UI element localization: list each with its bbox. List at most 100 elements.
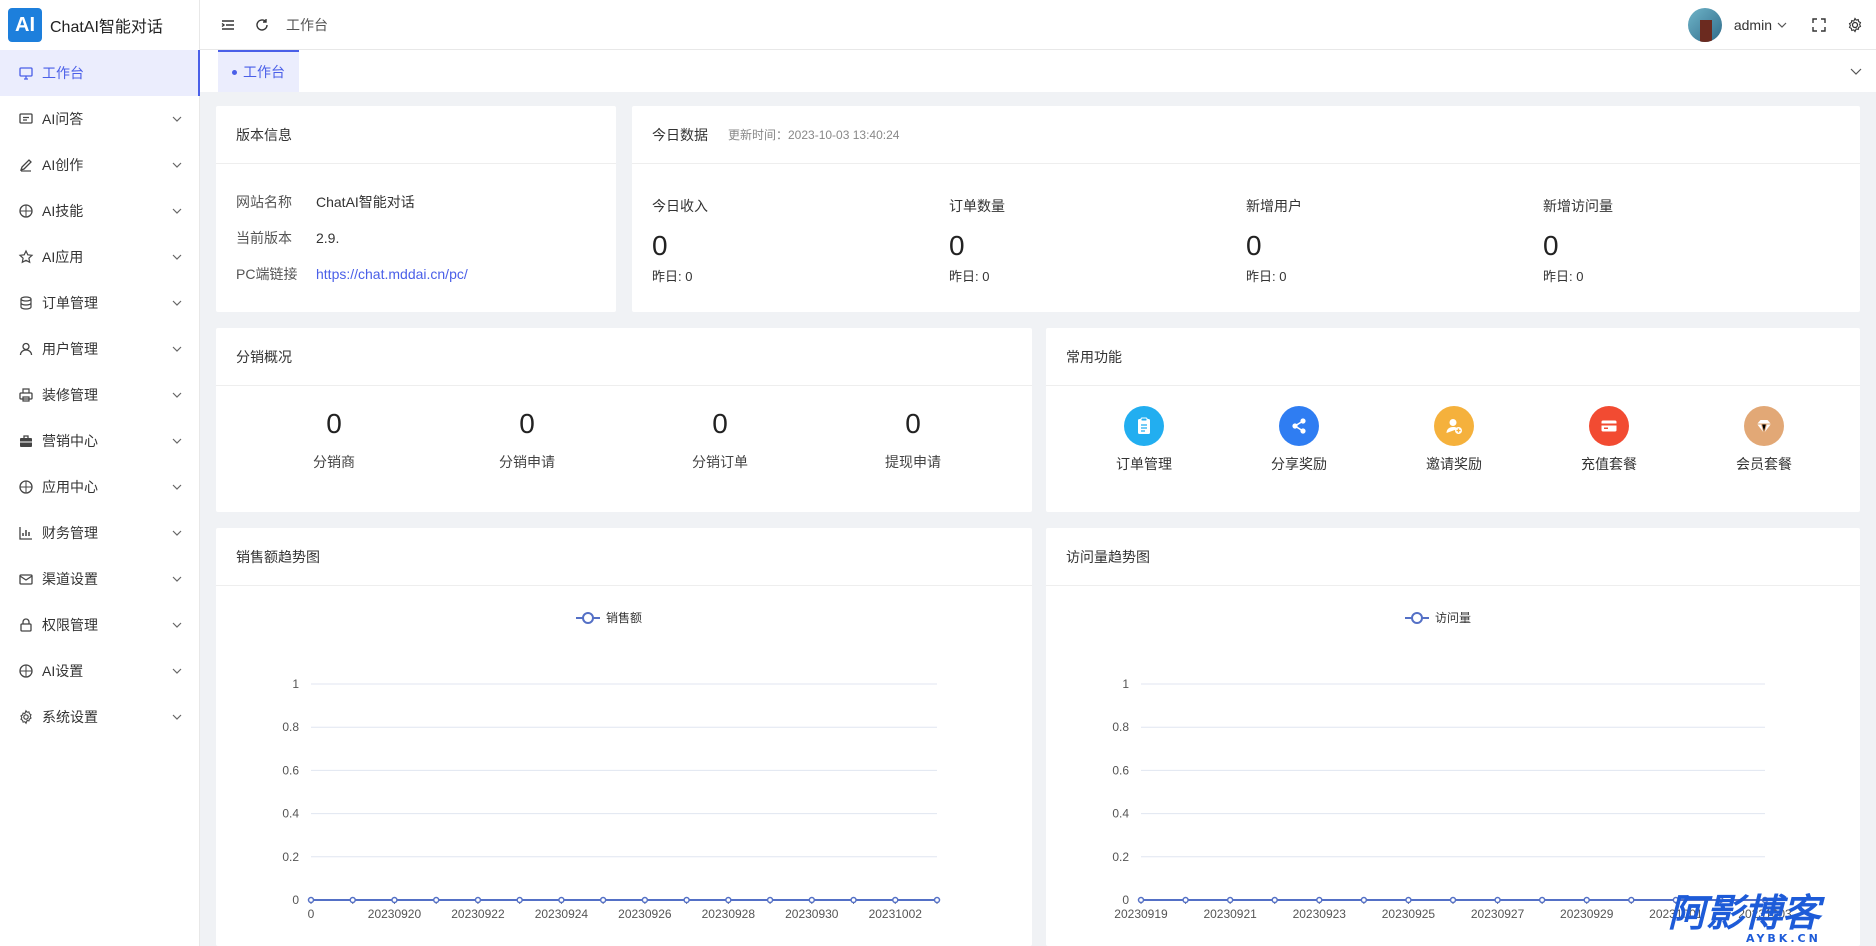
briefcase-icon: [18, 433, 34, 449]
fullscreen-button[interactable]: [1810, 16, 1828, 34]
sidebar-item-1[interactable]: 工作台: [0, 50, 200, 96]
sidebar-item-label: 订单管理: [42, 295, 98, 311]
breadcrumb[interactable]: 工作台: [286, 15, 328, 35]
info-row-pc-link: PC端链接 https://chat.mddai.cn/pc/: [216, 256, 616, 292]
sidebar-item-label: 工作台: [42, 65, 84, 81]
data-point[interactable]: [1494, 896, 1501, 904]
sidebar-item-15[interactable]: 系统设置: [0, 694, 199, 740]
data-point[interactable]: [1360, 896, 1368, 904]
data-point[interactable]: [1628, 896, 1635, 904]
share-icon: [1279, 406, 1319, 446]
dist-value: 0: [712, 408, 728, 439]
compass-icon: [18, 663, 34, 679]
message-icon: [18, 111, 34, 127]
sidebar-item-label: AI创作: [42, 157, 84, 173]
tab-label: 工作台: [243, 64, 285, 80]
dist-distributors: 0 分销商: [254, 408, 414, 472]
data-point[interactable]: [516, 896, 523, 904]
func-member-package[interactable]: 会员套餐: [1714, 406, 1814, 474]
sidebar-item-11[interactable]: 财务管理: [0, 510, 199, 556]
data-point[interactable]: [892, 896, 899, 904]
dist-applications: 0 分销申请: [447, 408, 607, 472]
x-tick-label: 20230923: [1293, 907, 1347, 921]
chevron-down-icon: [171, 435, 183, 447]
data-point[interactable]: [1226, 896, 1234, 904]
pen-icon: [18, 157, 34, 173]
data-point[interactable]: [558, 896, 565, 904]
chevron-down-icon: [171, 251, 183, 263]
data-point[interactable]: [641, 896, 649, 904]
sidebar-item-label: 系统设置: [42, 709, 98, 725]
sidebar-item-6[interactable]: 订单管理: [0, 280, 199, 326]
sidebar-item-10[interactable]: 应用中心: [0, 464, 199, 510]
refresh-button[interactable]: [252, 15, 272, 35]
app-logo[interactable]: AI ChatAI智能对话: [0, 0, 199, 50]
data-point[interactable]: [808, 896, 816, 904]
info-row-site-name: 网站名称 ChatAI智能对话: [216, 184, 616, 220]
data-point[interactable]: [683, 896, 690, 904]
data-point[interactable]: [599, 896, 607, 904]
data-point[interactable]: [1583, 896, 1590, 904]
star-icon: [18, 249, 34, 265]
sidebar-item-4[interactable]: AI技能: [0, 188, 199, 234]
legend-marker: [1411, 612, 1423, 624]
data-point[interactable]: [725, 896, 732, 904]
data-point[interactable]: [1271, 896, 1278, 904]
dist-label: 分销商: [313, 454, 355, 470]
sidebar-item-9[interactable]: 营销中心: [0, 418, 199, 464]
func-recharge-package[interactable]: 充值套餐: [1559, 406, 1659, 474]
sidebar-item-13[interactable]: 权限管理: [0, 602, 199, 648]
data-point[interactable]: [933, 896, 941, 904]
avatar[interactable]: [1687, 7, 1722, 42]
stat-label: 订单数量: [949, 198, 1005, 214]
data-point[interactable]: [1538, 896, 1546, 904]
legend-marker: [582, 612, 594, 624]
chevron-down-icon[interactable]: [1776, 19, 1788, 31]
stat-value: 0: [652, 230, 668, 261]
invite-user-icon: [1434, 406, 1474, 446]
visits-trend-card: 访问量趋势图 访问量 0 0.2 0.4 0.6 0.8 1 20230919 20230921…: [1046, 528, 1860, 946]
stat-value: 0: [1543, 230, 1559, 261]
data-point[interactable]: [307, 896, 315, 904]
func-share-reward[interactable]: 分享奖励: [1249, 406, 1349, 474]
sidebar-item-label: 营销中心: [42, 433, 98, 449]
sidebar-item-7[interactable]: 用户管理: [0, 326, 199, 372]
sidebar-item-label: 装修管理: [42, 387, 98, 403]
sidebar-item-8[interactable]: 装修管理: [0, 372, 199, 418]
data-point[interactable]: [1405, 896, 1412, 904]
header-right: admin: [1687, 7, 1876, 42]
chart-icon: [18, 525, 34, 541]
sidebar-item-5[interactable]: AI应用: [0, 234, 199, 280]
data-point[interactable]: [1137, 896, 1145, 904]
sidebar-item-label: 应用中心: [42, 479, 98, 495]
data-point[interactable]: [850, 896, 857, 904]
data-point[interactable]: [1182, 896, 1189, 904]
data-point[interactable]: [766, 896, 774, 904]
tab-dropdown-button[interactable]: [1836, 50, 1876, 92]
sidebar-item-label: 渠道设置: [42, 571, 98, 587]
chevron-down-icon: [171, 159, 183, 171]
pc-link[interactable]: https://chat.mddai.cn/pc/: [316, 266, 468, 282]
data-point[interactable]: [349, 896, 356, 904]
collapse-menu-button[interactable]: [218, 15, 238, 35]
sidebar-item-14[interactable]: AI设置: [0, 648, 199, 694]
data-point[interactable]: [432, 896, 440, 904]
top-header: 工作台 admin: [200, 0, 1876, 50]
tab-workbench[interactable]: 工作台: [218, 50, 299, 92]
sidebar-item-2[interactable]: AI问答: [0, 96, 199, 142]
settings-button[interactable]: [1846, 16, 1864, 34]
func-invite-reward[interactable]: 邀请奖励: [1404, 406, 1504, 474]
data-point[interactable]: [1316, 896, 1323, 904]
x-tick-label: 0: [308, 907, 315, 921]
func-order-management[interactable]: 订单管理: [1094, 406, 1194, 474]
data-point[interactable]: [391, 896, 398, 904]
user-name[interactable]: admin: [1734, 17, 1772, 33]
sidebar-item-label: AI技能: [42, 203, 84, 219]
sidebar-item-12[interactable]: 渠道设置: [0, 556, 199, 602]
sidebar-item-3[interactable]: AI创作: [0, 142, 199, 188]
legend-label[interactable]: 销售额: [606, 610, 642, 625]
legend-label[interactable]: 访问量: [1435, 611, 1471, 625]
data-point[interactable]: [474, 896, 482, 904]
stat-new-visits: 新增访问量 0 昨日: 0: [1543, 196, 1613, 285]
data-point[interactable]: [1449, 896, 1457, 904]
